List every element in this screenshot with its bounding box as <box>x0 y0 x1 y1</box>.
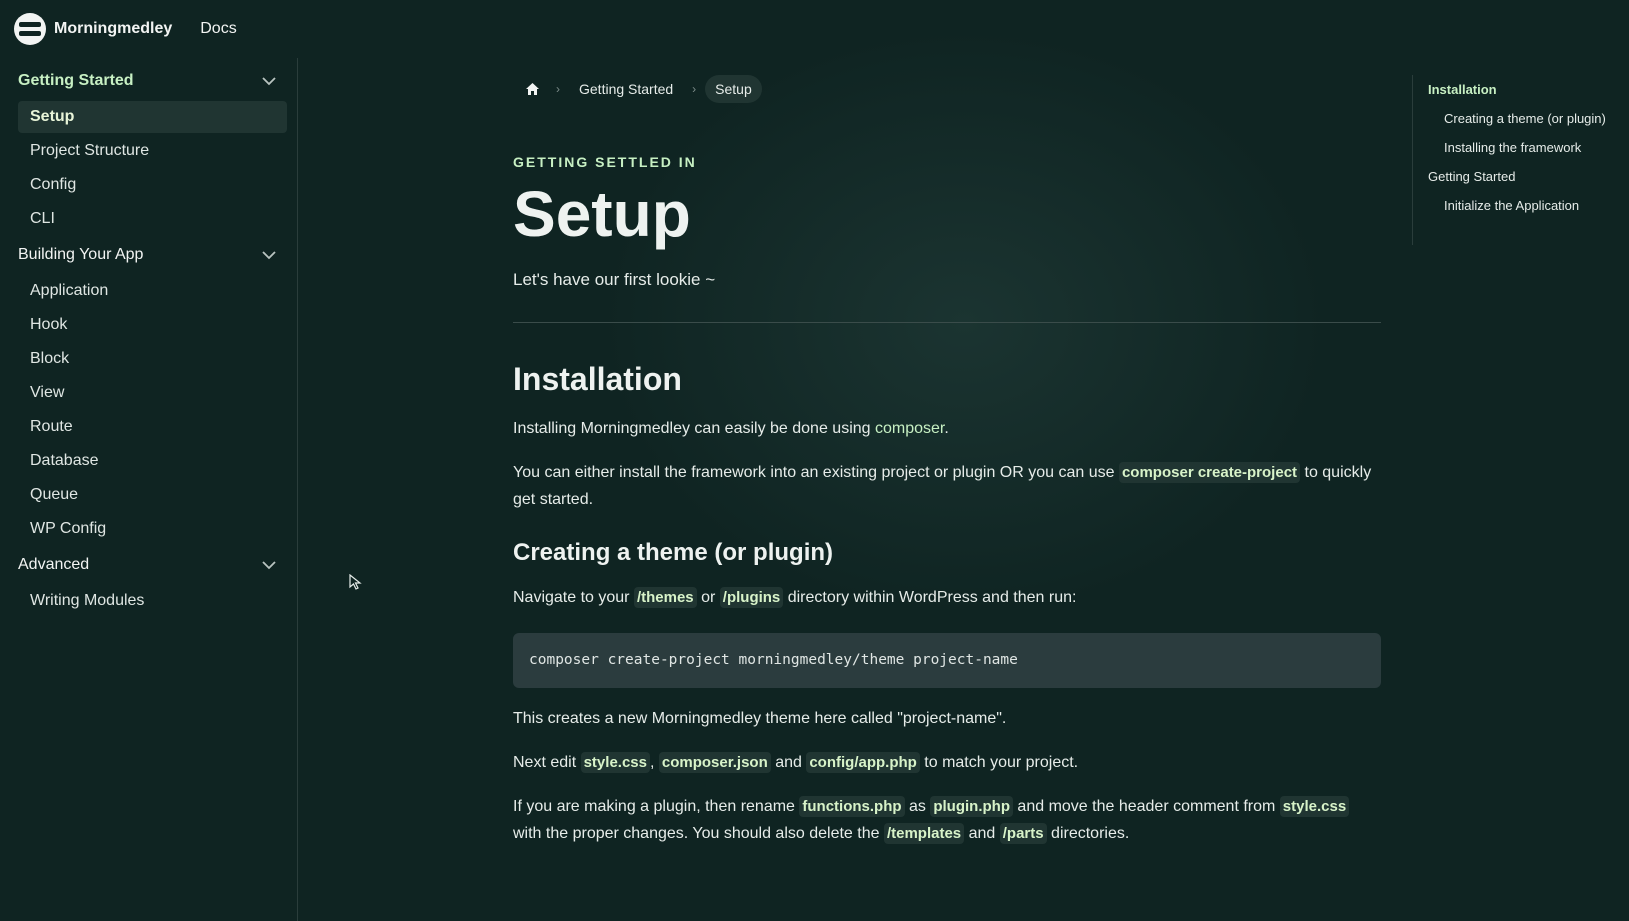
paragraph-navigate: Navigate to your /themes or /plugins dir… <box>513 584 1381 611</box>
sidebar-group-building-your-app[interactable]: Building Your App <box>0 237 297 273</box>
inline-code: style.css <box>580 751 650 773</box>
breadcrumb: › Getting Started › Setup <box>513 74 1381 104</box>
sidebar-item-route[interactable]: Route <box>18 411 287 443</box>
breadcrumb-setup[interactable]: Setup <box>705 75 762 103</box>
text: directory within WordPress and then run: <box>783 588 1077 606</box>
text: and <box>770 753 807 771</box>
inline-code: /templates <box>883 822 965 844</box>
sidebar-group-label: Getting Started <box>18 72 134 89</box>
page-eyebrow: GETTING SETTLED IN <box>513 154 697 170</box>
heading-installation: Installation <box>513 360 682 397</box>
home-icon[interactable] <box>517 74 547 104</box>
text: You can either install the framework int… <box>513 463 1119 481</box>
text: , <box>649 753 659 771</box>
inline-code: plugin.php <box>930 795 1013 817</box>
paragraph-creates: This creates a new Morningmedley theme h… <box>513 709 1007 727</box>
toc-item-initialize-application[interactable]: Initialize the Application <box>1413 191 1629 220</box>
sidebar-group-getting-started[interactable]: Getting Started <box>0 63 297 99</box>
docs-link[interactable]: Docs <box>200 20 236 38</box>
sidebar-item-writing-modules[interactable]: Writing Modules <box>18 585 287 617</box>
heading-creating-theme: Creating a theme (or plugin) <box>513 538 834 566</box>
toc-item-creating-theme[interactable]: Creating a theme (or plugin) <box>1413 104 1629 133</box>
inline-code: composer.json <box>658 751 771 773</box>
logo-icon[interactable] <box>14 13 46 45</box>
paragraph-install-1: Installing Morningmedley can easily be d… <box>513 415 1381 442</box>
toc-item-installation[interactable]: Installation <box>1413 75 1629 104</box>
chevron-right-icon: › <box>692 82 697 96</box>
text: . <box>944 419 949 437</box>
sidebar-item-config[interactable]: Config <box>18 169 287 201</box>
sidebar-item-application[interactable]: Application <box>18 275 287 307</box>
text: to match your project. <box>919 753 1079 771</box>
inline-code: /plugins <box>719 586 784 608</box>
page-title: Setup <box>513 178 691 250</box>
sidebar: Getting Started Setup Project Structure … <box>0 58 298 921</box>
sidebar-item-project-structure[interactable]: Project Structure <box>18 135 287 167</box>
text: and <box>964 824 1000 842</box>
sidebar-item-view[interactable]: View <box>18 377 287 409</box>
text: Installing Morningmedley can easily be d… <box>513 419 875 437</box>
toc-item-installing-framework[interactable]: Installing the framework <box>1413 133 1629 162</box>
sidebar-group-label: Building Your App <box>18 246 144 263</box>
paragraph-plugin: If you are making a plugin, then rename … <box>513 793 1381 847</box>
sidebar-group-label: Advanced <box>18 556 90 573</box>
inline-code: /themes <box>633 586 697 608</box>
brand-name[interactable]: Morningmedley <box>54 20 172 38</box>
sidebar-item-database[interactable]: Database <box>18 445 287 477</box>
table-of-contents: Installation Creating a theme (or plugin… <box>1412 75 1629 245</box>
paragraph-install-2: You can either install the framework int… <box>513 459 1381 513</box>
text: directories. <box>1046 824 1130 842</box>
page-lede: Let's have our first lookie ~ <box>513 269 716 289</box>
toc-item-getting-started[interactable]: Getting Started <box>1413 162 1629 191</box>
sidebar-item-queue[interactable]: Queue <box>18 479 287 511</box>
sidebar-item-cli[interactable]: CLI <box>18 203 287 235</box>
sidebar-item-hook[interactable]: Hook <box>18 309 287 341</box>
breadcrumb-getting-started[interactable]: Getting Started <box>569 75 683 103</box>
text: and move the header comment from <box>1012 797 1280 815</box>
chevron-down-icon[interactable] <box>261 73 277 89</box>
text: Next edit <box>513 753 581 771</box>
text: with the proper changes. You should also… <box>513 824 884 842</box>
cursor-icon <box>349 573 363 595</box>
inline-code: functions.php <box>799 795 905 817</box>
inline-code: style.css <box>1279 795 1350 817</box>
chevron-down-icon[interactable] <box>261 247 277 263</box>
text: as <box>904 797 931 815</box>
code-block[interactable]: composer create-project morningmedley/th… <box>513 632 1381 688</box>
chevron-down-icon[interactable] <box>261 557 277 573</box>
inline-code: config/app.php <box>806 751 920 773</box>
sidebar-item-block[interactable]: Block <box>18 343 287 375</box>
text: Navigate to your <box>513 588 634 606</box>
divider <box>513 321 1381 323</box>
sidebar-group-advanced[interactable]: Advanced <box>0 547 297 583</box>
chevron-right-icon: › <box>556 82 560 96</box>
text: or <box>696 588 720 606</box>
text: If you are making a plugin, then rename <box>513 797 800 815</box>
inline-code: /parts <box>999 822 1047 844</box>
paragraph-next-edit: Next edit style.css, composer.json and c… <box>513 749 1381 776</box>
main-content: › Getting Started › Setup GETTING SETTLE… <box>513 58 1381 847</box>
top-bar: Morningmedley Docs <box>0 0 1629 58</box>
composer-link[interactable]: composer <box>875 420 944 437</box>
sidebar-item-setup[interactable]: Setup <box>18 101 287 133</box>
sidebar-item-wp-config[interactable]: WP Config <box>18 513 287 545</box>
inline-code: composer create-project <box>1118 461 1301 483</box>
